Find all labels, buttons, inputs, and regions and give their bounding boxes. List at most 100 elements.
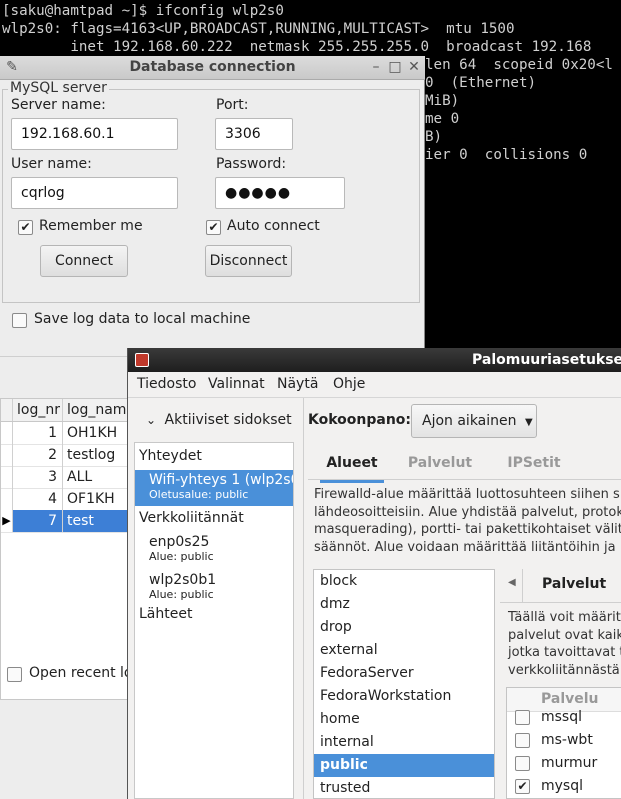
connect-button[interactable]: Connect [40, 245, 128, 277]
server-name-input[interactable]: 192.168.60.1 [11, 118, 178, 150]
service-row[interactable]: ms-wbt [507, 729, 621, 752]
log-name-cell: test [67, 513, 94, 529]
service-row[interactable]: ✔ mysql [507, 775, 621, 798]
tab-ipsets[interactable]: IPSetit [494, 448, 574, 480]
sources-header: Lähteet [139, 606, 193, 622]
port-label: Port: [216, 97, 249, 113]
chevron-down-icon: ⌄ [146, 413, 157, 427]
description-line: Täällä voit määrit [508, 610, 621, 625]
services-list: Palvelu mssql ms-wbt murmur ✔ mysql [506, 687, 621, 799]
zone-item[interactable]: dmz [314, 593, 494, 616]
open-recent-checkbox[interactable] [7, 667, 22, 682]
terminal-line: 0 (Ethernet) [425, 75, 537, 91]
maximize-icon[interactable]: □ [387, 59, 403, 75]
table-row[interactable]: 2 testlog [1, 444, 129, 467]
description-line: verkkoliitännästä [508, 662, 620, 678]
open-recent-label: Open recent lo [29, 665, 133, 681]
tab-zone-services[interactable]: Palvelut [542, 576, 606, 592]
terminal-line: me 0 [425, 111, 460, 127]
row-marker [1, 422, 13, 444]
tab-zones[interactable]: Alueet [320, 448, 384, 483]
dialog-title: Database connection [129, 59, 296, 75]
zone-services-panel: ◀ Palvelut Täällä voit määrit palvelut o… [500, 569, 621, 799]
service-checkbox[interactable] [515, 710, 530, 725]
description-line: palvelut ovat kaik [508, 627, 621, 643]
service-checkbox[interactable] [515, 756, 530, 771]
feather-icon: ✎ [6, 59, 18, 75]
description-line: jotka tavoittavat t [508, 645, 621, 660]
password-input[interactable]: ●●●●● [215, 177, 345, 209]
scroll-left-icon[interactable]: ◀ [508, 577, 516, 588]
zone-item[interactable]: FedoraWorkstation [314, 685, 494, 708]
column-header-log-nr[interactable]: log_nr [13, 399, 63, 421]
user-name-label: User name: [11, 156, 92, 172]
remember-me-checkbox[interactable]: ✔ [18, 220, 33, 235]
configuration-label: Kokoonpano: [308, 412, 412, 428]
user-name-input[interactable]: cqrlog [11, 177, 178, 209]
log-name-cell: ALL [67, 469, 93, 485]
description-line: masquerading), portti- tai pakettikohtai… [314, 522, 621, 537]
zone-item[interactable]: FedoraServer [314, 662, 494, 685]
zone-item-selected[interactable]: public [314, 754, 494, 777]
service-row[interactable]: murmur [507, 752, 621, 775]
current-row-arrow-icon: ▶ [1, 510, 13, 532]
connections-list: Yhteydet Wifi-yhteys 1 (wlp2s0) Oletusal… [134, 442, 294, 799]
zone-description: Firewalld-alue määrittää luottosuhteen s… [314, 486, 621, 558]
service-checkbox-checked[interactable]: ✔ [515, 779, 530, 794]
service-name: ms-wbt [541, 732, 593, 748]
menu-item-ohje[interactable]: Ohje [333, 376, 365, 392]
log-nr-cell: 3 [13, 466, 63, 488]
table-row[interactable]: 3 ALL [1, 466, 129, 489]
connection-name: Wifi-yhteys 1 (wlp2s0) [149, 472, 293, 488]
port-input[interactable]: 3306 [215, 118, 293, 150]
tab-services[interactable]: Palvelut [400, 448, 480, 480]
table-row-selected[interactable]: ▶ 7 test [1, 510, 129, 533]
log-nr-cell: 1 [13, 422, 63, 444]
services-tab-bar: ◀ Palvelut [500, 569, 621, 603]
connections-header: Yhteydet [139, 448, 202, 464]
minimize-icon[interactable]: – [368, 59, 384, 75]
interface-name: enp0s25 [149, 534, 210, 550]
log-table: log_nr log_name 1 OH1KH 2 testlog 3 ALL … [0, 398, 130, 700]
table-row[interactable]: 4 OF1KH [1, 488, 129, 511]
zone-item[interactable]: home [314, 708, 494, 731]
row-marker [1, 466, 13, 488]
log-nr-cell: 7 [13, 510, 63, 532]
interfaces-header: Verkkoliitännät [139, 510, 244, 526]
zone-item[interactable]: external [314, 639, 494, 662]
menu-item-nayta[interactable]: Näytä [277, 376, 318, 392]
zone-item[interactable]: block [314, 570, 494, 593]
interface-item[interactable]: wlp2s0b1 Alue: public [135, 570, 293, 606]
log-nr-cell: 2 [13, 444, 63, 466]
configuration-dropdown[interactable]: Ajon aikainen ▼ [411, 404, 537, 438]
sidebar-toggle[interactable]: ⌄ Aktiiviset sidokset [146, 412, 292, 428]
service-row[interactable]: mssql [507, 706, 621, 729]
terminal-line: wlp2s0: flags=4163<UP,BROADCAST,RUNNING,… [2, 21, 515, 37]
group-title: MySQL server [8, 80, 109, 96]
terminal-line: B) [425, 129, 443, 145]
table-row[interactable]: 1 OH1KH [1, 422, 129, 445]
terminal-line: inet 192.168.60.222 netmask 255.255.255.… [2, 39, 592, 55]
close-icon[interactable]: ✕ [406, 59, 422, 75]
service-checkbox[interactable] [515, 733, 530, 748]
terminal-line: MiB) [425, 93, 460, 109]
log-nr-cell: 4 [13, 488, 63, 510]
menu-item-tiedosto[interactable]: Tiedosto [137, 376, 196, 392]
firewall-app-icon [135, 353, 149, 367]
auto-connect-checkbox[interactable]: ✔ [206, 220, 221, 235]
zone-item[interactable]: internal [314, 731, 494, 754]
row-marker [1, 444, 13, 466]
menu-item-valinnat[interactable]: Valinnat [208, 376, 265, 392]
dialog-titlebar[interactable]: ✎ Database connection – □ ✕ [0, 56, 425, 80]
header-marker [1, 399, 13, 421]
services-description: Täällä voit määrit palvelut ovat kaik jo… [508, 609, 621, 679]
connection-item-wifi[interactable]: Wifi-yhteys 1 (wlp2s0) Oletusalue: publi… [135, 470, 293, 506]
save-local-checkbox[interactable] [12, 313, 27, 328]
column-header-log-name[interactable]: log_name [63, 399, 129, 421]
firewall-titlebar[interactable]: Palomuuriasetukset [128, 348, 621, 372]
interface-name: wlp2s0b1 [149, 572, 217, 588]
zone-item[interactable]: drop [314, 616, 494, 639]
interface-item[interactable]: enp0s25 Alue: public [135, 532, 293, 568]
disconnect-button[interactable]: Disconnect [205, 245, 292, 277]
zone-item[interactable]: trusted [314, 777, 494, 798]
